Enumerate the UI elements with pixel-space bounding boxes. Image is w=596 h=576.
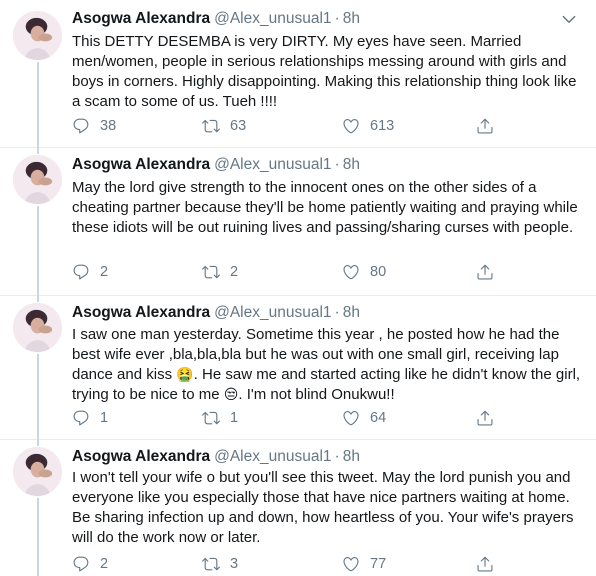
- retweet-icon: [202, 409, 220, 427]
- separator-dot: ·: [334, 156, 340, 173]
- tweet-1[interactable]: Asogwa Alexandra @Alex_unusual1 · 8h This D…: [0, 0, 596, 148]
- avatar[interactable]: [13, 447, 62, 496]
- retweet-icon: [202, 555, 220, 573]
- reply-count: 38: [100, 118, 117, 134]
- share-icon: [476, 555, 494, 573]
- reply-count: 1: [100, 410, 109, 426]
- reply-button[interactable]: 2: [72, 262, 108, 282]
- share-icon: [476, 263, 494, 281]
- retweet-button[interactable]: 2: [202, 262, 238, 282]
- retweet-icon: [202, 117, 220, 135]
- like-count: 80: [370, 264, 387, 280]
- reply-icon: [72, 555, 90, 573]
- tweet-actions: 1 1 64: [72, 408, 512, 428]
- reply-icon: [72, 263, 90, 281]
- tweet-actions: 2 3 77: [72, 554, 512, 574]
- share-button[interactable]: [476, 116, 504, 136]
- retweet-button[interactable]: 3: [202, 554, 238, 574]
- separator-dot: ·: [334, 10, 340, 27]
- reply-count: 2: [100, 556, 109, 572]
- share-button[interactable]: [476, 554, 504, 574]
- like-icon: [342, 263, 360, 281]
- chevron-down-icon[interactable]: [560, 10, 578, 28]
- tweet-2[interactable]: Asogwa Alexandra @Alex_unusual1 · 8h May th…: [0, 148, 596, 296]
- separator-dot: ·: [334, 304, 340, 321]
- like-button[interactable]: 613: [342, 116, 394, 136]
- user-handle[interactable]: @Alex_unusual1: [214, 156, 331, 173]
- tweet-header: Asogwa Alexandra @Alex_unusual1 · 8h: [72, 155, 360, 175]
- user-handle[interactable]: @Alex_unusual1: [214, 10, 331, 27]
- like-count: 64: [370, 410, 387, 426]
- share-icon: [476, 409, 494, 427]
- share-button[interactable]: [476, 408, 504, 428]
- like-icon: [342, 409, 360, 427]
- reply-button[interactable]: 1: [72, 408, 108, 428]
- tweet-text: May the lord give strength to the innoce…: [72, 179, 578, 236]
- user-handle[interactable]: @Alex_unusual1: [214, 304, 331, 321]
- thread-connector: [37, 62, 39, 148]
- timestamp[interactable]: 8h: [343, 448, 360, 465]
- share-button[interactable]: [476, 262, 504, 282]
- user-handle[interactable]: @Alex_unusual1: [214, 448, 331, 465]
- avatar[interactable]: [13, 303, 62, 352]
- vomiting-face-emoji: 🤮: [176, 367, 194, 383]
- like-button[interactable]: 80: [342, 262, 386, 282]
- tweet-text: I won't tell your wife o but you'll see …: [72, 469, 574, 546]
- thread-connector: [37, 296, 39, 302]
- like-icon: [342, 555, 360, 573]
- tweet-3[interactable]: Asogwa Alexandra @Alex_unusual1 · 8h I saw …: [0, 296, 596, 440]
- like-count: 77: [370, 556, 387, 572]
- tweet-actions: 38 63 613: [72, 116, 512, 136]
- tweet-header: Asogwa Alexandra @Alex_unusual1 · 8h: [72, 9, 360, 29]
- like-button[interactable]: 64: [342, 408, 386, 428]
- retweet-count: 3: [230, 556, 239, 572]
- avatar[interactable]: [13, 11, 62, 60]
- timestamp[interactable]: 8h: [343, 156, 360, 173]
- like-button[interactable]: 77: [342, 554, 386, 574]
- tweet-text: This DETTY DESEMBA is very DIRTY. My eye…: [72, 33, 577, 110]
- tweet-4[interactable]: Asogwa Alexandra @Alex_unusual1 · 8h I won'…: [0, 440, 596, 576]
- reply-count: 2: [100, 264, 109, 280]
- display-name[interactable]: Asogwa Alexandra: [72, 156, 210, 173]
- thread-connector: [37, 206, 39, 296]
- retweet-count: 1: [230, 410, 239, 426]
- unamused-face-emoji: 😒: [223, 387, 239, 403]
- tweet-header: Asogwa Alexandra @Alex_unusual1 · 8h: [72, 447, 360, 467]
- timestamp[interactable]: 8h: [343, 10, 360, 27]
- tweet-header: Asogwa Alexandra @Alex_unusual1 · 8h: [72, 303, 360, 323]
- tweet-text: I saw one man yesterday. Sometime this y…: [72, 325, 584, 405]
- like-count: 613: [370, 118, 395, 134]
- retweet-icon: [202, 263, 220, 281]
- retweet-button[interactable]: 1: [202, 408, 238, 428]
- timestamp[interactable]: 8h: [343, 304, 360, 321]
- retweet-count: 63: [230, 118, 247, 134]
- tweet-actions: 2 2 80: [72, 262, 512, 282]
- display-name[interactable]: Asogwa Alexandra: [72, 448, 210, 465]
- reply-icon: [72, 409, 90, 427]
- separator-dot: ·: [334, 448, 340, 465]
- display-name[interactable]: Asogwa Alexandra: [72, 304, 210, 321]
- thread-connector: [37, 440, 39, 446]
- tweet-text-part: . I'm not blind Onukwu!!: [238, 386, 395, 403]
- retweet-count: 2: [230, 264, 239, 280]
- reply-button[interactable]: 38: [72, 116, 116, 136]
- thread-connector: [37, 354, 39, 440]
- avatar[interactable]: [13, 155, 62, 204]
- retweet-button[interactable]: 63: [202, 116, 246, 136]
- thread-connector: [37, 148, 39, 154]
- thread-connector: [37, 498, 39, 576]
- reply-button[interactable]: 2: [72, 554, 108, 574]
- share-icon: [476, 117, 494, 135]
- like-icon: [342, 117, 360, 135]
- display-name[interactable]: Asogwa Alexandra: [72, 10, 210, 27]
- reply-icon: [72, 117, 90, 135]
